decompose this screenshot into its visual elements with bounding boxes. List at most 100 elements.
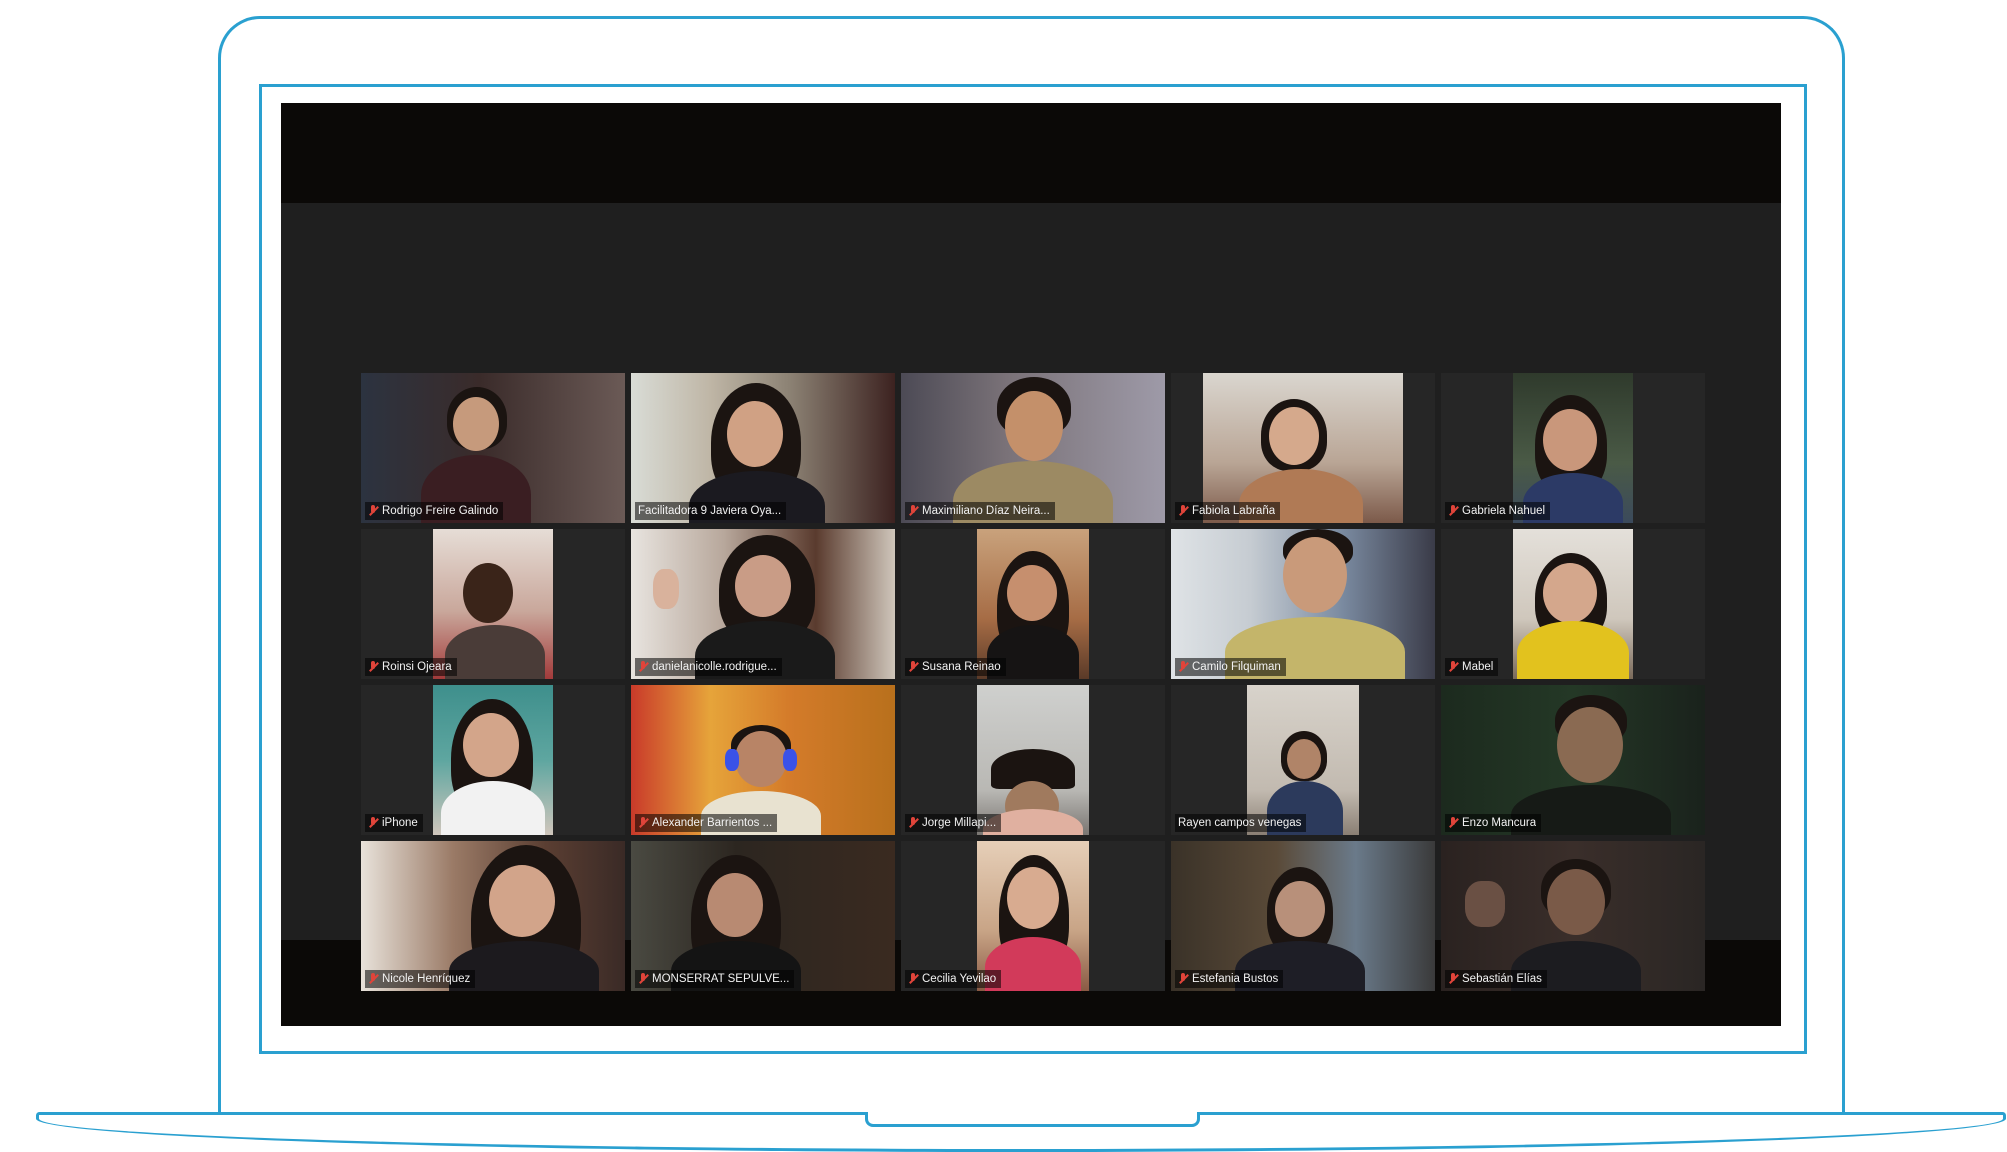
participant-tile[interactable]: Nicole Henríquez — [361, 841, 625, 991]
laptop-base-notch — [865, 1112, 1200, 1127]
name-label: Gabriela Nahuel — [1445, 502, 1551, 520]
muted-mic-icon — [1448, 504, 1458, 518]
participant-name: Rodrigo Freire Galindo — [382, 505, 499, 517]
participant-tile[interactable]: Enzo Mancura — [1441, 685, 1705, 835]
participant-name: Maximiliano Díaz Neira... — [922, 505, 1050, 517]
muted-mic-icon — [1448, 816, 1458, 830]
name-label: Fabiola Labraña — [1175, 502, 1281, 520]
participant-tile[interactable]: Sebastián Elías — [1441, 841, 1705, 991]
name-label: Susana Reinao — [905, 658, 1006, 676]
name-label: Alexander Barrientos ... — [635, 814, 778, 832]
muted-mic-icon — [908, 504, 918, 518]
participant-tile[interactable]: Mabel — [1441, 529, 1705, 679]
muted-mic-icon — [368, 972, 378, 986]
participant-name: Estefania Bustos — [1192, 973, 1279, 985]
name-label: Sebastián Elías — [1445, 970, 1547, 988]
muted-mic-icon — [908, 972, 918, 986]
participant-tile[interactable]: Rodrigo Freire Galindo — [361, 373, 625, 523]
participant-tile[interactable]: Roinsi Ojeara — [361, 529, 625, 679]
video-feed — [977, 529, 1089, 679]
name-label: Camilo Filquiman — [1175, 658, 1286, 676]
muted-mic-icon — [638, 816, 648, 830]
participant-name: Susana Reinao — [922, 661, 1001, 673]
name-label: Enzo Mancura — [1445, 814, 1542, 832]
muted-mic-icon — [1178, 504, 1188, 518]
muted-mic-icon — [1178, 972, 1188, 986]
video-feed — [1441, 685, 1705, 835]
video-feed — [1171, 529, 1435, 679]
video-feed — [361, 841, 625, 991]
participant-name: Alexander Barrientos ... — [652, 817, 773, 829]
video-feed — [631, 841, 895, 991]
participant-name: Enzo Mancura — [1462, 817, 1537, 829]
participant-tile[interactable]: Estefania Bustos — [1171, 841, 1435, 991]
name-label: Roinsi Ojeara — [365, 658, 457, 676]
participant-name: Gabriela Nahuel — [1462, 505, 1546, 517]
name-label: Facilitadora 9 Javiera Oya... — [635, 502, 787, 520]
muted-mic-icon — [1178, 660, 1188, 674]
video-call-window: Rodrigo Freire Galindo Facilitadora 9 Ja… — [281, 103, 1781, 1026]
participant-tile[interactable]: Gabriela Nahuel — [1441, 373, 1705, 523]
muted-mic-icon — [638, 972, 648, 986]
video-feed — [1203, 373, 1403, 523]
participant-name: Jorge Millapi... — [922, 817, 997, 829]
muted-mic-icon — [1448, 660, 1458, 674]
name-label: Nicole Henríquez — [365, 970, 476, 988]
video-feed — [361, 373, 625, 523]
video-feed — [631, 685, 895, 835]
name-label: MONSERRAT SEPULVE... — [635, 970, 795, 988]
name-label: Estefania Bustos — [1175, 970, 1284, 988]
participant-tile[interactable]: Maximiliano Díaz Neira... — [901, 373, 1165, 523]
participant-tile[interactable]: Cecilia Yevilao — [901, 841, 1165, 991]
video-feed — [1247, 685, 1359, 835]
video-feed — [1513, 373, 1633, 523]
muted-mic-icon — [368, 504, 378, 518]
participant-tile[interactable]: Jorge Millapi... — [901, 685, 1165, 835]
participant-tile[interactable]: Rayen campos venegas — [1171, 685, 1435, 835]
participant-name: MONSERRAT SEPULVE... — [652, 973, 790, 985]
participant-tile[interactable]: Susana Reinao — [901, 529, 1165, 679]
participant-name: Mabel — [1462, 661, 1494, 673]
video-feed — [433, 529, 553, 679]
gallery-view: Rodrigo Freire Galindo Facilitadora 9 Ja… — [281, 203, 1781, 991]
participant-name: Camilo Filquiman — [1192, 661, 1281, 673]
participant-name: Sebastián Elías — [1462, 973, 1542, 985]
video-feed — [977, 685, 1089, 835]
video-feed — [631, 529, 895, 679]
participant-grid: Rodrigo Freire Galindo Facilitadora 9 Ja… — [361, 373, 1705, 991]
participant-tile[interactable]: Fabiola Labraña — [1171, 373, 1435, 523]
video-feed — [901, 373, 1165, 523]
video-feed — [1171, 841, 1435, 991]
participant-name: iPhone — [382, 817, 418, 829]
name-label: Jorge Millapi... — [905, 814, 1002, 832]
participant-tile[interactable]: MONSERRAT SEPULVE... — [631, 841, 895, 991]
name-label: Maximiliano Díaz Neira... — [905, 502, 1055, 520]
muted-mic-icon — [908, 816, 918, 830]
video-feed — [977, 841, 1089, 991]
name-label: Rodrigo Freire Galindo — [365, 502, 504, 520]
participant-tile[interactable]: iPhone — [361, 685, 625, 835]
participant-tile-active-speaker[interactable]: Facilitadora 9 Javiera Oya... — [631, 373, 895, 523]
participant-name: Rayen campos venegas — [1178, 817, 1302, 829]
name-label: Cecilia Yevilao — [905, 970, 1002, 988]
participant-tile[interactable]: danielanicolle.rodrigue... — [631, 529, 895, 679]
name-label: Mabel — [1445, 658, 1499, 676]
participant-name: danielanicolle.rodrigue... — [652, 661, 777, 673]
participant-tile[interactable]: Camilo Filquiman — [1171, 529, 1435, 679]
name-label: danielanicolle.rodrigue... — [635, 658, 782, 676]
participant-name: Cecilia Yevilao — [922, 973, 997, 985]
video-feed — [1441, 841, 1705, 991]
participant-tile[interactable]: Alexander Barrientos ... — [631, 685, 895, 835]
participant-name: Roinsi Ojeara — [382, 661, 452, 673]
participant-name: Facilitadora 9 Javiera Oya... — [638, 505, 782, 517]
name-label: iPhone — [365, 814, 423, 832]
name-label: Rayen campos venegas — [1175, 814, 1307, 832]
muted-mic-icon — [1448, 972, 1458, 986]
participant-name: Fabiola Labraña — [1192, 505, 1276, 517]
video-feed — [433, 685, 553, 835]
participant-name: Nicole Henríquez — [382, 973, 471, 985]
muted-mic-icon — [368, 816, 378, 830]
muted-mic-icon — [368, 660, 378, 674]
video-feed — [631, 373, 895, 523]
muted-mic-icon — [638, 660, 648, 674]
